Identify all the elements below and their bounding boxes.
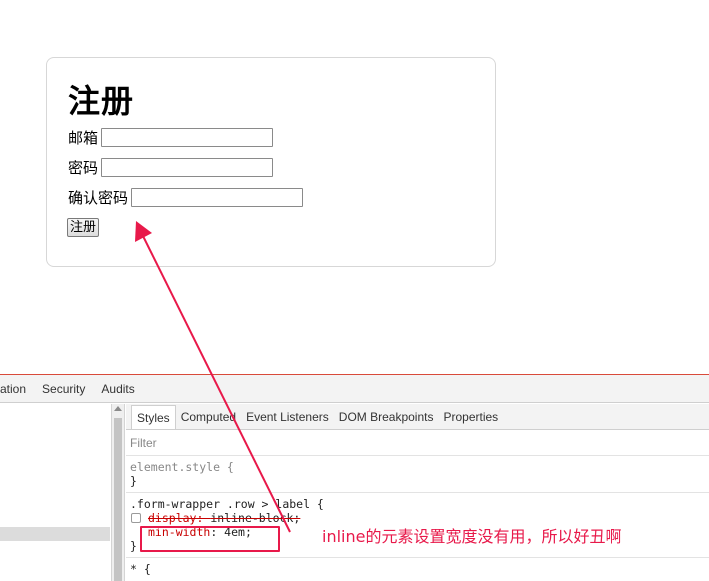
display-property-name: display	[148, 511, 197, 525]
tab-computed[interactable]: Computed	[176, 405, 241, 429]
tab-application[interactable]: ation	[0, 382, 34, 396]
elements-tree[interactable]	[0, 404, 110, 581]
styles-sub-tabs: Styles Computed Event Listeners DOM Brea…	[126, 404, 709, 430]
scroll-up-icon[interactable]	[114, 406, 122, 411]
display-property-value: inline-block;	[210, 511, 301, 525]
annotation-text: inline的元素设置宽度没有用，所以好丑啊	[322, 527, 622, 546]
styles-filter-input[interactable]: Filter	[126, 430, 709, 456]
devtools-panel: ation Security Audits Styles Computed Ev…	[0, 374, 709, 581]
form-title: 注册	[68, 82, 135, 120]
tab-security[interactable]: Security	[34, 382, 93, 396]
universal-selector[interactable]: * {	[130, 562, 705, 576]
display-property[interactable]: display: inline-block;	[148, 511, 300, 525]
property-checkbox[interactable]	[131, 513, 141, 523]
element-style-rule: element.style { }	[126, 456, 709, 493]
email-label: 邮箱	[68, 128, 99, 147]
register-form-card: 注册 邮箱 密码 确认密码 注册	[46, 57, 496, 267]
elements-scrollbar[interactable]	[111, 404, 125, 581]
rule-selector[interactable]: .form-wrapper .row > label {	[130, 497, 705, 511]
confirm-password-row: 确认密码	[68, 186, 304, 208]
register-button[interactable]: 注册	[67, 218, 100, 237]
tab-properties[interactable]: Properties	[438, 405, 503, 429]
scrollbar-thumb[interactable]	[114, 418, 122, 581]
tab-styles[interactable]: Styles	[131, 405, 176, 429]
password-label: 密码	[68, 158, 99, 177]
password-input[interactable]	[101, 157, 274, 177]
element-style-selector: element.style {	[130, 460, 234, 474]
devtools-main-tabs: ation Security Audits	[0, 375, 709, 403]
annotation-highlight-box	[140, 526, 280, 552]
styles-pane: Styles Computed Event Listeners DOM Brea…	[126, 404, 709, 581]
tab-event-listeners[interactable]: Event Listeners	[241, 405, 334, 429]
universal-rule: * {	[126, 558, 709, 580]
tab-dom-breakpoints[interactable]: DOM Breakpoints	[334, 405, 439, 429]
email-input[interactable]	[101, 127, 274, 147]
confirm-password-label: 确认密码	[68, 188, 129, 207]
email-row: 邮箱	[68, 126, 274, 148]
rule-close-brace: }	[130, 474, 137, 488]
selected-node-row[interactable]	[0, 527, 110, 541]
tab-audits[interactable]: Audits	[93, 382, 142, 396]
password-row: 密码	[68, 156, 274, 178]
confirm-password-input[interactable]	[131, 187, 304, 207]
